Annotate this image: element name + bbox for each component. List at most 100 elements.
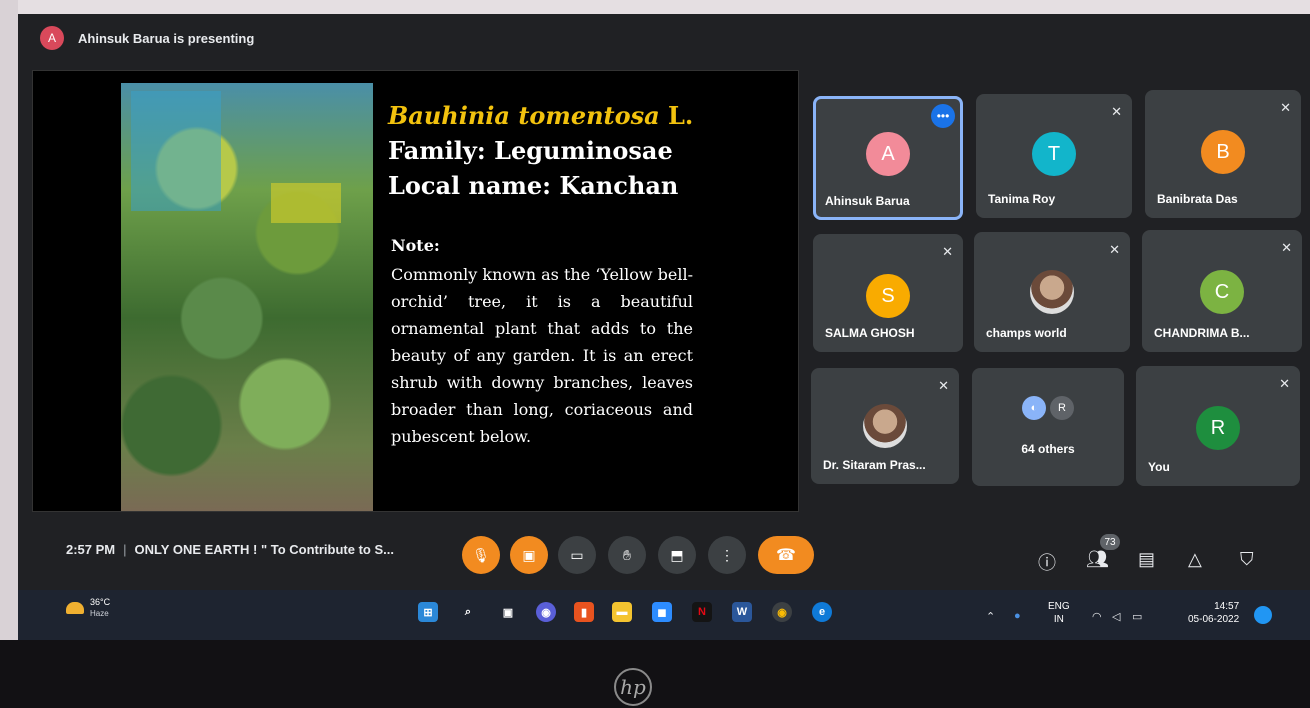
weather-icon[interactable] — [66, 602, 84, 614]
language-indicator[interactable]: ENG IN — [1048, 600, 1070, 626]
chat-button[interactable]: ▤ — [1138, 549, 1155, 570]
speaker-icon: ◁ — [1112, 611, 1121, 623]
present-icon: ⬒ — [670, 546, 684, 563]
participant-name: champs world — [986, 326, 1067, 340]
photo-bezel-left — [0, 0, 18, 708]
mic-off-icon: ✕ — [942, 244, 953, 259]
slide-note-heading: Note: — [391, 236, 440, 255]
word-app-button[interactable]: W — [732, 602, 752, 622]
more-options-button[interactable]: ⋮ — [708, 536, 746, 574]
participant-avatar: S — [866, 274, 910, 318]
participant-tile-chandrima[interactable]: ✕ C CHANDRIMA B... — [1142, 230, 1302, 352]
start-button[interactable]: ⊞ — [418, 602, 438, 622]
participant-name: Tanima Roy — [988, 192, 1056, 206]
participant-tile-ahinsuk[interactable]: ••• A Ahinsuk Barua — [813, 96, 963, 220]
network-button[interactable]: ◠ — [1092, 610, 1102, 623]
activities-icon: △ — [1188, 549, 1202, 569]
slide-scientific-name: Bauhinia tomentosa L. — [388, 101, 694, 130]
task-view-button[interactable]: ▣ — [498, 602, 518, 622]
presentation-slide: Bauhinia tomentosa L. Family: Leguminosa… — [32, 70, 799, 512]
chat-app-button[interactable]: ◉ — [536, 602, 556, 622]
photo-bezel-bottom — [0, 640, 1310, 708]
plant-photo — [121, 83, 373, 511]
raise-hand-button[interactable]: ✋︎ — [608, 536, 646, 574]
weather-temperature[interactable]: 36°C — [90, 597, 110, 607]
shield-icon: ⛉ — [1240, 549, 1254, 569]
participant-photo-avatar — [1030, 270, 1074, 314]
people-count-badge: 73 — [1100, 534, 1120, 550]
mic-toggle-button[interactable]: 🎙︎ — [462, 536, 500, 574]
others-count-label: 64 others — [1021, 442, 1075, 456]
weather-condition[interactable]: Haze — [90, 609, 109, 618]
teams-chat-icon: ◉ — [541, 606, 551, 619]
clock-time: 14:57 — [1214, 601, 1240, 612]
activities-button[interactable]: △ — [1188, 549, 1202, 570]
more-options-icon[interactable]: ••• — [931, 104, 955, 128]
participant-name: Dr. Sitaram Pras... — [823, 458, 926, 472]
presenter-bar: A Ahinsuk Barua is presenting — [18, 14, 1310, 62]
tray-overflow-button[interactable]: ⌃ — [986, 610, 995, 623]
search-button[interactable]: ⌕ — [458, 602, 478, 622]
slide-local-name: Local name: Kanchan — [388, 171, 679, 200]
hp-logo: hp — [614, 668, 652, 706]
participant-avatar: C — [1200, 270, 1244, 314]
monitor-screen: A Ahinsuk Barua is presenting Bauhinia t… — [18, 14, 1310, 640]
info-icon: ⓘ — [1038, 553, 1056, 573]
chat-icon: ▤ — [1138, 549, 1156, 569]
present-screen-button[interactable]: ⬒ — [658, 536, 696, 574]
participant-tile-you[interactable]: ✕ R You — [1136, 366, 1300, 486]
windows-icon: ⊞ — [423, 606, 433, 619]
leave-call-button[interactable]: ☎︎ — [758, 536, 814, 574]
mic-off-icon: ✕ — [1280, 100, 1291, 115]
office-app-button[interactable]: ▮ — [574, 602, 594, 622]
participant-tile-salma[interactable]: ✕ S SALMA GHOSH — [813, 234, 963, 352]
presenter-avatar: A — [40, 26, 64, 50]
word-icon: W — [736, 606, 748, 618]
meeting-info: 2:57 PM | ONLY ONE EARTH ! " To Contribute… — [66, 542, 394, 557]
mic-off-icon: ✕ — [1111, 104, 1122, 119]
chrome-app-button[interactable]: ◉ — [772, 602, 792, 622]
others-photo-avatar: ◐ — [1022, 396, 1046, 420]
volume-button[interactable]: ◁ — [1112, 610, 1120, 623]
microphone-icon: ● — [1014, 610, 1021, 622]
photo-bezel-top — [0, 0, 1310, 14]
notification-center-button[interactable] — [1254, 606, 1272, 624]
hand-icon: ✋︎ — [623, 546, 631, 563]
office-icon: ▮ — [580, 606, 588, 619]
mic-off-icon: ✕ — [938, 378, 949, 393]
mic-off-icon: ✕ — [1109, 242, 1120, 257]
participant-tile-others[interactable]: ◐ R 64 others — [972, 368, 1124, 486]
taskbar-clock[interactable]: 14:57 05-06-2022 — [1188, 600, 1239, 626]
participant-name: CHANDRIMA B... — [1154, 326, 1250, 340]
tray-mic-indicator[interactable]: ● — [1014, 610, 1021, 622]
people-button[interactable]: 👥︎ — [1086, 549, 1109, 570]
others-avatar: R — [1050, 396, 1074, 420]
clock-date: 05-06-2022 — [1188, 614, 1240, 625]
participant-name: Banibrata Das — [1157, 192, 1238, 206]
participant-tile-tanima[interactable]: ✕ T Tanima Roy — [976, 94, 1132, 218]
presenter-status-text: Ahinsuk Barua is presenting — [78, 30, 255, 46]
more-vertical-icon: ⋮ — [720, 546, 734, 563]
meeting-details-button[interactable]: ⓘ — [1038, 549, 1056, 575]
zoom-app-button[interactable]: ◼ — [652, 602, 672, 622]
camera-toggle-button[interactable]: ▣ — [510, 536, 548, 574]
task-view-icon: ▣ — [502, 606, 514, 619]
file-explorer-button[interactable]: ▬ — [612, 602, 632, 622]
mic-off-icon: ✕ — [1281, 240, 1292, 255]
participant-tile-banibrata[interactable]: ✕ B Banibrata Das — [1145, 90, 1301, 218]
chrome-icon: ◉ — [777, 606, 787, 619]
people-icon: 👥︎ — [1086, 549, 1109, 569]
meeting-title: ONLY ONE EARTH ! " To Contribute to S... — [134, 542, 394, 557]
camera-off-icon: ▣ — [522, 546, 536, 563]
edge-app-button[interactable]: e — [812, 602, 832, 622]
wifi-icon: ◠ — [1092, 611, 1102, 623]
battery-button[interactable]: ▭ — [1132, 610, 1142, 623]
zoom-icon: ◼ — [657, 606, 667, 619]
participant-tile-sitaram[interactable]: ✕ Dr. Sitaram Pras... — [811, 368, 959, 484]
participant-avatar: A — [866, 132, 910, 176]
participant-tile-champs[interactable]: ✕ champs world — [974, 232, 1130, 352]
netflix-app-button[interactable]: N — [692, 602, 712, 622]
folder-icon: ▬ — [616, 606, 628, 618]
captions-button[interactable]: ▭ — [558, 536, 596, 574]
host-controls-button[interactable]: ⛉ — [1240, 549, 1254, 570]
